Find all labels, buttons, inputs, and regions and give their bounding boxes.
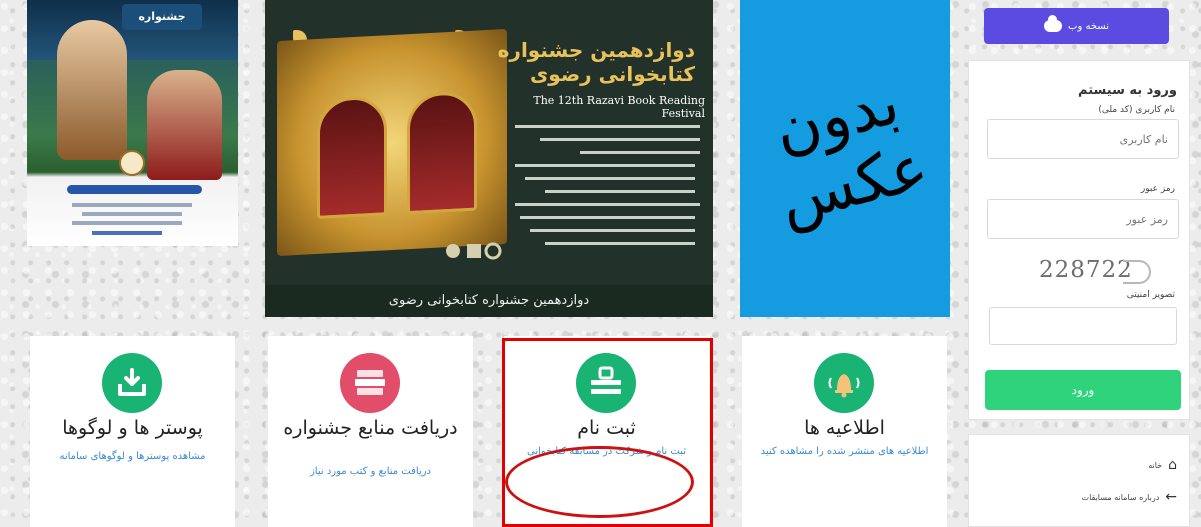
poster-text-line — [545, 242, 695, 245]
card-title: پوستر ها و لوگوها — [62, 417, 203, 439]
book-page-arch — [407, 90, 477, 215]
username-label: نام کاربری (کد ملی) — [1098, 105, 1175, 115]
arrow-left-icon: ← — [1165, 489, 1177, 505]
bell-icon — [814, 353, 874, 413]
book-poster-footer: دوازدهمین جشنواره کتابخوانی رضوی — [265, 285, 713, 317]
poster-text-line — [580, 151, 700, 154]
sport-festival-poster[interactable]: جشنواره — [27, 0, 238, 246]
password-label: رمز عبور — [1140, 184, 1175, 194]
card-title: دریافت منابع جشنواره — [283, 417, 458, 439]
username-input[interactable] — [987, 119, 1179, 159]
card-posters-logos[interactable]: پوستر ها و لوگوها مشاهده پوسترها و لوگوه… — [30, 336, 235, 527]
password-input[interactable] — [987, 199, 1179, 239]
poster-text-line — [520, 216, 695, 219]
poster-text-line — [530, 229, 695, 232]
card-title: اطلاعیه ها — [804, 417, 885, 439]
book-poster-subtitle: The 12th Razavi Book Reading Festival — [533, 94, 705, 120]
sponsor-logos-icon — [446, 242, 502, 260]
captcha-input[interactable] — [989, 307, 1177, 345]
poster-text-line — [72, 221, 182, 225]
poster-text-line — [515, 125, 700, 128]
highlight-ellipse — [505, 446, 694, 518]
open-book-illustration — [277, 28, 507, 257]
poster-text-line — [515, 203, 700, 206]
captcha-image[interactable]: 228722 — [1039, 257, 1151, 287]
poster-text-line — [92, 231, 162, 235]
download-tray-icon — [102, 353, 162, 413]
web-version-button[interactable]: نسخه وب — [984, 8, 1169, 44]
login-title: ورود به سیستم — [1078, 83, 1177, 98]
poster-text-line — [82, 212, 182, 216]
card-festival-resources[interactable]: دریافت منابع جشنواره دریافت منابع و کتب … — [268, 336, 473, 527]
book-poster-heading: دوازدهمین جشنواره کتابخوانی رضوی — [497, 38, 695, 86]
login-panel: ورود به سیستم نام کاربری (کد ملی) رمز عب… — [968, 60, 1190, 420]
nav-item-about[interactable]: ← درباره سامانه مسابقات — [1082, 489, 1177, 505]
login-button[interactable]: ورود — [985, 370, 1181, 410]
player-figure — [147, 70, 222, 180]
cloud-icon — [1044, 15, 1063, 32]
no-photo-placeholder[interactable]: بدون عکس — [740, 0, 950, 317]
book-festival-poster[interactable]: دوازدهمین جشنواره کتابخوانی رضوی The 12t… — [265, 0, 713, 317]
player-figure — [57, 20, 127, 160]
poster-info-bar — [67, 185, 202, 194]
no-photo-text: بدون عکس — [766, 64, 936, 238]
card-description-link[interactable]: مشاهده پوسترها و لوگوهای سامانه — [45, 449, 220, 464]
nav-panel: ⌂ خانه ← درباره سامانه مسابقات — [968, 434, 1190, 527]
card-description-link[interactable]: دریافت منابع و کتب مورد نیاز — [283, 464, 458, 479]
captcha-label: تصویر امنیتی — [1126, 290, 1175, 300]
home-icon: ⌂ — [1168, 457, 1177, 473]
card-announcements[interactable]: اطلاعیه ها اطلاعیه های منتشر شده را مشاه… — [742, 336, 947, 527]
poster-text-line — [545, 190, 695, 193]
book-page-arch — [317, 95, 387, 219]
poster-text-line — [525, 177, 695, 180]
captcha-swoosh — [1123, 260, 1151, 284]
poster-text-line — [515, 164, 695, 167]
nav-home-label: خانه — [1148, 460, 1163, 470]
web-version-label: نسخه وب — [1068, 20, 1109, 32]
soccer-ball-icon — [119, 150, 145, 176]
captcha-text: 228722 — [1039, 257, 1133, 283]
sport-poster-title: جشنواره — [122, 4, 202, 30]
poster-text-line — [540, 138, 700, 141]
poster-text-line — [72, 203, 192, 207]
nav-about-label: درباره سامانه مسابقات — [1081, 492, 1160, 502]
nav-item-home[interactable]: ⌂ خانه — [1148, 457, 1177, 473]
books-icon — [340, 353, 400, 413]
card-description-link[interactable]: اطلاعیه های منتشر شده را مشاهده کنید — [757, 444, 932, 459]
